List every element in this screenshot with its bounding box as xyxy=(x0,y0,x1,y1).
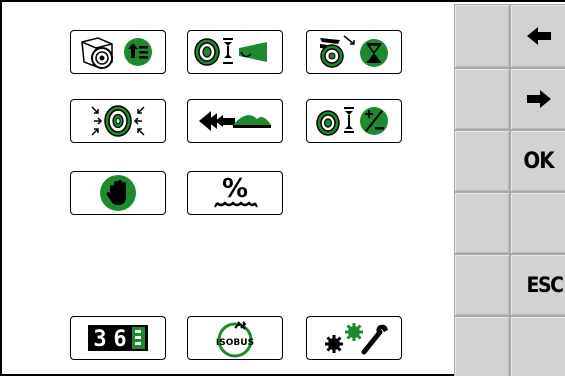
ok-label: OK xyxy=(523,148,554,174)
percent-symbol: % xyxy=(222,174,248,204)
esc-button[interactable]: ESC xyxy=(510,254,565,316)
isobus-button[interactable]: ISOBUS xyxy=(187,316,283,360)
bale-diameter-correction-icon xyxy=(316,107,388,136)
softkey-right-6[interactable] xyxy=(510,316,565,376)
bale-timer-icon xyxy=(320,35,388,68)
softkey-left-5[interactable] xyxy=(454,254,510,316)
softkey-panel: OK ESC xyxy=(454,4,565,376)
counter-digit-1: 3 xyxy=(93,327,106,352)
softkey-left-6[interactable] xyxy=(454,316,510,376)
arrow-left-button[interactable] xyxy=(510,4,565,68)
pickup-reverse-button[interactable] xyxy=(187,99,283,143)
bale-compression-button[interactable] xyxy=(70,99,166,143)
arrow-right-icon xyxy=(526,90,551,108)
counter-button[interactable]: 3 6 xyxy=(70,316,166,360)
bale-timer-button[interactable] xyxy=(306,30,402,74)
arrow-right-button[interactable] xyxy=(510,68,565,130)
stop-hand-icon xyxy=(100,175,136,211)
isobus-icon: ISOBUS xyxy=(216,321,254,358)
bale-size-button[interactable] xyxy=(70,30,166,74)
pickup-reverse-icon xyxy=(199,111,271,131)
bale-diameter-correction-button[interactable] xyxy=(306,99,402,143)
softkey-left-4[interactable] xyxy=(454,192,510,254)
ok-button[interactable]: OK xyxy=(510,130,565,192)
softkey-right-4[interactable] xyxy=(510,192,565,254)
settings-service-button[interactable] xyxy=(306,316,402,360)
net-binding-button[interactable] xyxy=(187,30,283,74)
counter-icon: 3 6 xyxy=(88,325,148,352)
isobus-label: ISOBUS xyxy=(216,338,254,348)
settings-service-icon xyxy=(325,323,388,355)
moisture-percent-icon: % xyxy=(214,174,258,208)
arrow-left-icon xyxy=(526,27,551,45)
counter-digit-2: 6 xyxy=(113,327,126,352)
bale-size-icon xyxy=(81,37,152,69)
moisture-button[interactable]: % xyxy=(187,171,283,215)
esc-label: ESC xyxy=(526,273,564,297)
softkey-left-3[interactable] xyxy=(454,130,510,192)
stop-hand-button[interactable] xyxy=(70,171,166,215)
net-binding-icon xyxy=(194,38,267,66)
softkey-left-1[interactable] xyxy=(454,4,510,68)
bale-compression-icon xyxy=(91,105,145,137)
softkey-left-2[interactable] xyxy=(454,68,510,130)
terminal-screen: % 3 6 ISOBUS OK ESC xyxy=(0,0,565,376)
